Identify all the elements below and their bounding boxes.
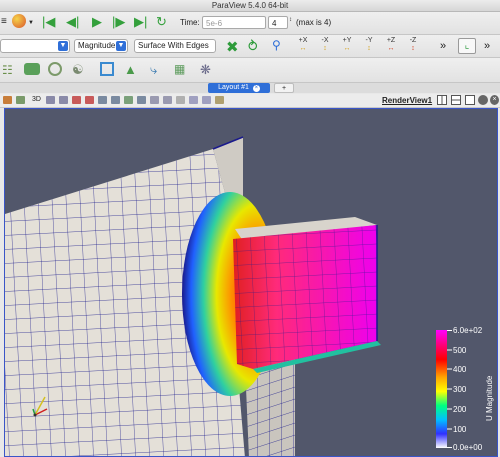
- hover-cells-icon[interactable]: [202, 96, 211, 104]
- layout-tab-bar: Layout #1 × +: [0, 83, 500, 93]
- view-minus-y-button[interactable]: -Y ↕: [358, 37, 380, 55]
- render-view-label: RenderView1: [382, 96, 433, 105]
- chevron-down-icon: ▼: [116, 41, 126, 51]
- camera-label: -Z: [409, 37, 417, 44]
- chevron-down-icon: ▼: [58, 41, 68, 51]
- select-polygon-icon[interactable]: [111, 96, 120, 104]
- window-title: ParaView 5.4.0 64-bit: [0, 0, 500, 12]
- color-component-value: Magnitude: [78, 41, 116, 50]
- shrink-selection-icon[interactable]: [163, 96, 172, 104]
- zoom-to-data-icon[interactable]: ⥁: [248, 38, 258, 55]
- close-view-icon[interactable]: ×: [490, 95, 499, 105]
- contour-filter-icon[interactable]: ☯: [72, 62, 84, 78]
- camera-redo-icon[interactable]: [59, 96, 68, 104]
- max-time-label: (max is 4): [296, 18, 332, 27]
- query-icon[interactable]: [215, 96, 224, 104]
- next-frame-icon[interactable]: |▶: [112, 15, 125, 29]
- representation-toolbar: ▼ Magnitude ▼ Surface With Edges ✖ ⥁ ⚲ +X…: [0, 35, 500, 58]
- calculator-icon[interactable]: [48, 62, 62, 76]
- last-frame-icon[interactable]: ▶|: [134, 15, 147, 29]
- camera-label: +Z: [386, 37, 396, 44]
- first-frame-icon[interactable]: |◀: [42, 15, 55, 29]
- filters-toolbar: ☷ ☯ ▲ ⤷ ▦ ❋: [0, 58, 500, 83]
- play-icon[interactable]: ▶: [92, 15, 102, 29]
- scalar-bar-tick-label: 100: [453, 425, 467, 434]
- overflow-icon[interactable]: ≡: [1, 16, 7, 27]
- camera-label: -X: [321, 37, 329, 44]
- tab-layout-label: Layout #1: [218, 84, 249, 91]
- color-component-combo[interactable]: Magnitude ▼: [74, 39, 128, 53]
- view-plus-z-button[interactable]: +Z ↔: [380, 37, 402, 55]
- selection-icon[interactable]: [16, 96, 25, 104]
- zoom-box-icon[interactable]: ⚲: [272, 38, 281, 52]
- select-frustum-icon[interactable]: [98, 96, 107, 104]
- view-plus-x-button[interactable]: +X ↔: [292, 37, 314, 55]
- camera-label: -Y: [365, 37, 373, 44]
- scalar-bar-gradient: [436, 330, 447, 448]
- select-points-icon[interactable]: [85, 96, 94, 104]
- group-datasets-icon[interactable]: ❋: [200, 62, 211, 78]
- time-step-spinbox[interactable]: 4: [268, 16, 288, 29]
- scalar-bar-tick-label: 6.0e+02: [453, 326, 483, 335]
- spinbox-arrows-icon[interactable]: ↕: [289, 17, 292, 23]
- grow-selection-icon[interactable]: [150, 96, 159, 104]
- time-value-field[interactable]: 5e-6: [202, 16, 266, 29]
- more-chevron-icon[interactable]: »: [440, 40, 446, 52]
- split-horizontal-icon[interactable]: [437, 95, 447, 105]
- camera-label: +X: [298, 37, 308, 44]
- scalar-bar-tick-label: 400: [453, 365, 467, 374]
- glyph-filter-icon[interactable]: ▲: [124, 62, 137, 77]
- dropdown-arrow-icon[interactable]: ▼: [28, 20, 34, 26]
- time-label: Time:: [180, 18, 200, 27]
- hover-points-icon[interactable]: [189, 96, 198, 104]
- palette-icon[interactable]: [12, 14, 26, 28]
- scalar-bar-tick-label: 500: [453, 346, 467, 355]
- restore-view-icon[interactable]: [478, 95, 488, 105]
- more-chevron-icon-2[interactable]: »: [484, 40, 490, 52]
- render-canvas[interactable]: 6.0e+02 500 400 300 200 100 0.0e+00 U Ma…: [5, 109, 498, 457]
- render-icon[interactable]: [3, 96, 12, 104]
- stream-tracer-icon[interactable]: ⤷: [150, 62, 157, 78]
- view-plus-y-button[interactable]: +Y ↔: [336, 37, 358, 55]
- loop-icon[interactable]: ↻: [156, 15, 167, 29]
- reset-camera-icon[interactable]: ✖: [226, 38, 239, 56]
- scalar-bar-tick-label: 300: [453, 385, 467, 394]
- orientation-axes-icon[interactable]: ⌞: [458, 38, 476, 54]
- camera-label: +Y: [342, 37, 352, 44]
- split-vertical-icon[interactable]: [451, 95, 461, 105]
- representation-value: Surface With Edges: [138, 41, 209, 50]
- filter-group-icon[interactable]: ☷: [2, 63, 13, 77]
- scalar-bar-title: U Magnitude: [485, 375, 494, 421]
- previous-frame-icon[interactable]: ◀|: [66, 15, 79, 29]
- scalar-bar-tick-label: 0.0e+00: [453, 443, 483, 452]
- view-minus-z-button[interactable]: -Z ↕: [402, 37, 424, 55]
- clear-selection-icon[interactable]: [176, 96, 185, 104]
- add-tab-button[interactable]: +: [274, 83, 294, 93]
- view-toolbar: 3D RenderView1 ×: [0, 94, 500, 108]
- close-icon[interactable]: ×: [252, 85, 260, 92]
- tab-layout-1[interactable]: Layout #1 ×: [208, 83, 270, 93]
- scalar-bar: 6.0e+02 500 400 300 200 100 0.0e+00 U Ma…: [436, 326, 494, 452]
- select-cells-icon[interactable]: [72, 96, 81, 104]
- render-view[interactable]: 6.0e+02 500 400 300 200 100 0.0e+00 U Ma…: [4, 108, 498, 457]
- scalar-bar-tick-label: 200: [453, 405, 467, 414]
- camera-undo-icon[interactable]: [46, 96, 55, 104]
- scalar-bar-ticks: [447, 330, 452, 448]
- clip-filter-icon[interactable]: [24, 63, 40, 75]
- maximize-view-icon[interactable]: [465, 95, 475, 105]
- representation-combo[interactable]: Surface With Edges: [134, 39, 216, 53]
- view-minus-x-button[interactable]: -X ↕: [314, 37, 336, 55]
- vcr-toolbar: ≡ ▼ |◀ ◀| ▶ |▶ ▶| ↻ Time: 5e-6 4 ↕ (max …: [0, 12, 500, 35]
- select-block-icon[interactable]: [124, 96, 133, 104]
- toggle-3d-button[interactable]: 3D: [32, 96, 41, 103]
- interactive-select-icon[interactable]: [137, 96, 146, 104]
- slice-filter-icon[interactable]: [100, 62, 114, 76]
- color-array-combo[interactable]: ▼: [0, 39, 70, 53]
- threshold-filter-icon[interactable]: ▦: [174, 62, 185, 76]
